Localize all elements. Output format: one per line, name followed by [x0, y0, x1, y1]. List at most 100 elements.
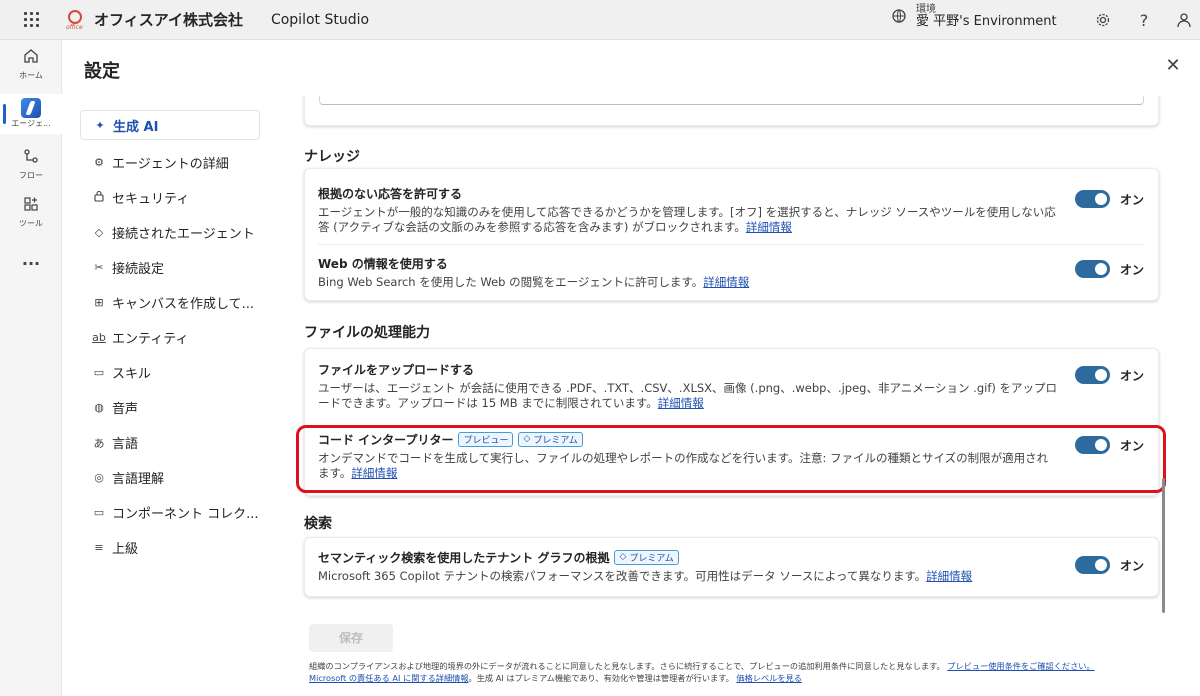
setting-description: Microsoft 365 Copilot テナントの検索パフォーマンスを改善で…: [318, 569, 973, 583]
previous-setting-card: [304, 96, 1159, 126]
setting-row-ungrounded-responses: 根拠のない応答を許可する エージェントが一般的な知識のみを使用して応答できるかど…: [318, 185, 1148, 235]
scrollbar[interactable]: [1162, 478, 1165, 613]
nav-item-agent-details[interactable]: ⚙ エージェントの詳細: [80, 145, 260, 180]
settings-content: ナレッジ 根拠のない応答を許可する エージェントが一般的な知識のみを使用して応答…: [285, 96, 1170, 616]
canvas-icon: ⊞: [94, 296, 104, 309]
gear-icon: ⚙: [94, 156, 104, 169]
highlight-annotation: [296, 425, 1166, 493]
component-icon: ▭: [93, 506, 105, 519]
divider: [318, 244, 1145, 245]
section-heading-search: 検索: [304, 516, 332, 532]
nav-item-label: 言語理解: [112, 472, 165, 487]
search-card: セマンティック検索を使用したテナント グラフの根拠 ◇ プレミアム Microso…: [304, 537, 1159, 597]
knowledge-card: 根拠のない応答を許可する エージェントが一般的な知識のみを使用して応答できるかど…: [304, 168, 1159, 301]
language-understanding-icon: ◎: [94, 471, 104, 484]
setting-description: エージェントが一般的な知識のみを使用して応答できるかどうかを管理します。[オフ]…: [318, 205, 1056, 234]
learn-more-link[interactable]: 詳細情報: [703, 275, 749, 289]
settings-nav: ✦ 生成 AI ⚙ エージェントの詳細 セキュリティ ◇ 接続されたエージェント ✂ 接…: [80, 110, 260, 565]
setting-description: ユーザーは、エージェント が会話に使用できる .PDF、.TXT、.CSV、.X…: [318, 381, 1058, 410]
diamond-icon: ◇: [619, 552, 627, 562]
setting-title: セマンティック検索を使用したテナント グラフの根拠 ◇ プレミアム: [318, 549, 1148, 565]
waffle-icon: [23, 12, 39, 27]
language-icon: あ: [93, 436, 105, 450]
rail-item-label: ツール: [19, 219, 43, 228]
connection-icon: ✂: [94, 261, 104, 274]
nav-item-canvas[interactable]: ⊞ キャンバスを作成して...: [80, 285, 260, 320]
setting-row-file-upload: ファイルをアップロードする ユーザーは、エージェント が会話に使用できる .PD…: [318, 361, 1148, 411]
premium-badge: ◇ プレミアム: [614, 549, 679, 565]
app-name[interactable]: Copilot Studio: [271, 12, 369, 28]
company-name: オフィスアイ株式会社: [94, 11, 243, 29]
agent-icon: [21, 98, 41, 118]
setting-row-semantic-search: セマンティック検索を使用したテナント グラフの根拠 ◇ プレミアム Microso…: [318, 549, 1148, 584]
nav-item-label: キャンバスを作成して...: [112, 297, 255, 312]
rail-item-tools[interactable]: ツール: [0, 196, 62, 232]
learn-more-link[interactable]: 詳細情報: [658, 396, 704, 410]
responsible-ai-link[interactable]: Microsoft の責任ある AI に関する詳細情報: [309, 673, 469, 683]
nav-item-label: スキル: [112, 367, 152, 382]
rail-item-agents[interactable]: エージェ...: [0, 94, 62, 134]
settings-gear-icon[interactable]: [1093, 10, 1113, 30]
rail-item-home[interactable]: ホーム: [0, 48, 62, 86]
preview-terms-link[interactable]: プレビュー使用条件をご確認ください。: [947, 661, 1094, 671]
toggle-label: オン: [1119, 262, 1144, 277]
nav-item-label: 接続されたエージェント: [112, 227, 255, 242]
nav-item-entities[interactable]: ab エンティティ: [80, 320, 260, 355]
nav-item-security[interactable]: セキュリティ: [80, 180, 260, 215]
rail-item-label: フロー: [19, 171, 43, 180]
section-heading-knowledge: ナレッジ: [304, 149, 360, 165]
rail-item-flows[interactable]: フロー: [0, 148, 62, 184]
pricing-link[interactable]: 価格レベルを見る: [736, 673, 802, 683]
setting-title: Web の情報を使用する: [318, 256, 448, 271]
nav-item-label: エージェントの詳細: [112, 157, 229, 172]
setting-description: Bing Web Search を使用した Web の閲覧をエージェントに許可し…: [318, 275, 750, 289]
learn-more-link[interactable]: 詳細情報: [746, 220, 792, 234]
nav-item-label: 音声: [112, 402, 139, 417]
rail-item-label: エージェ...: [11, 119, 51, 128]
toggle-ungrounded-responses[interactable]: オン: [1074, 190, 1144, 208]
text-field[interactable]: [319, 96, 1144, 105]
nav-item-voice[interactable]: ◍ 音声: [80, 390, 260, 425]
toggle-switch[interactable]: [1074, 190, 1110, 208]
nav-item-connected-agents[interactable]: ◇ 接続されたエージェント: [80, 215, 260, 250]
nav-item-label: 接続設定: [112, 262, 165, 277]
nav-item-language[interactable]: あ言語: [80, 425, 260, 460]
app-launcher-button[interactable]: [0, 0, 62, 40]
account-icon[interactable]: [1174, 10, 1194, 30]
setting-title: 根拠のない応答を許可する: [318, 186, 463, 201]
nav-item-label: エンティティ: [112, 332, 189, 347]
nav-item-skills[interactable]: ▭ スキル: [80, 355, 260, 390]
tools-icon: [0, 196, 62, 218]
environment-icon: [890, 8, 908, 26]
nav-item-connection-settings[interactable]: ✂ 接続設定: [80, 250, 260, 285]
company-logo-icon: office: [66, 9, 88, 31]
toggle-label: オン: [1119, 558, 1144, 573]
environment-name: 愛 平野's Environment: [916, 14, 1057, 29]
more-icon[interactable]: ...: [0, 250, 62, 272]
rail-item-label: ホーム: [19, 71, 43, 80]
nav-item-component-collections[interactable]: ▭ コンポーネント コレク...: [80, 495, 260, 530]
learn-more-link[interactable]: 詳細情報: [926, 569, 972, 583]
nav-item-label: セキュリティ: [112, 192, 190, 207]
setting-title: ファイルをアップロードする: [318, 362, 475, 377]
flow-icon: [0, 148, 62, 170]
toggle-label: オン: [1119, 368, 1144, 383]
toggle-semantic-search[interactable]: オン: [1074, 556, 1144, 574]
environment-picker[interactable]: 環境 愛 平野's Environment: [890, 4, 1057, 29]
nav-item-advanced[interactable]: ≡ 上級: [80, 530, 260, 565]
toggle-web-search[interactable]: オン: [1074, 260, 1144, 278]
toggle-switch[interactable]: [1074, 260, 1110, 278]
nav-item-generative-ai[interactable]: ✦ 生成 AI: [80, 110, 260, 140]
toggle-switch[interactable]: [1074, 366, 1110, 384]
toggle-file-upload[interactable]: オン: [1074, 366, 1144, 384]
nav-item-language-understanding[interactable]: ◎ 言語理解: [80, 460, 260, 495]
help-icon[interactable]: ?: [1134, 10, 1154, 30]
close-icon[interactable]: ✕: [1163, 56, 1183, 76]
left-rail: ホーム エージェ... フロー ツール ...: [0, 40, 62, 696]
section-heading-file-processing: ファイルの処理能力: [304, 325, 430, 341]
nav-item-label: 言語: [112, 437, 139, 452]
voice-icon: ◍: [94, 401, 104, 414]
toggle-switch[interactable]: [1074, 556, 1110, 574]
save-button[interactable]: 保存: [309, 624, 393, 652]
company-logo[interactable]: office オフィスアイ株式会社: [66, 9, 243, 31]
